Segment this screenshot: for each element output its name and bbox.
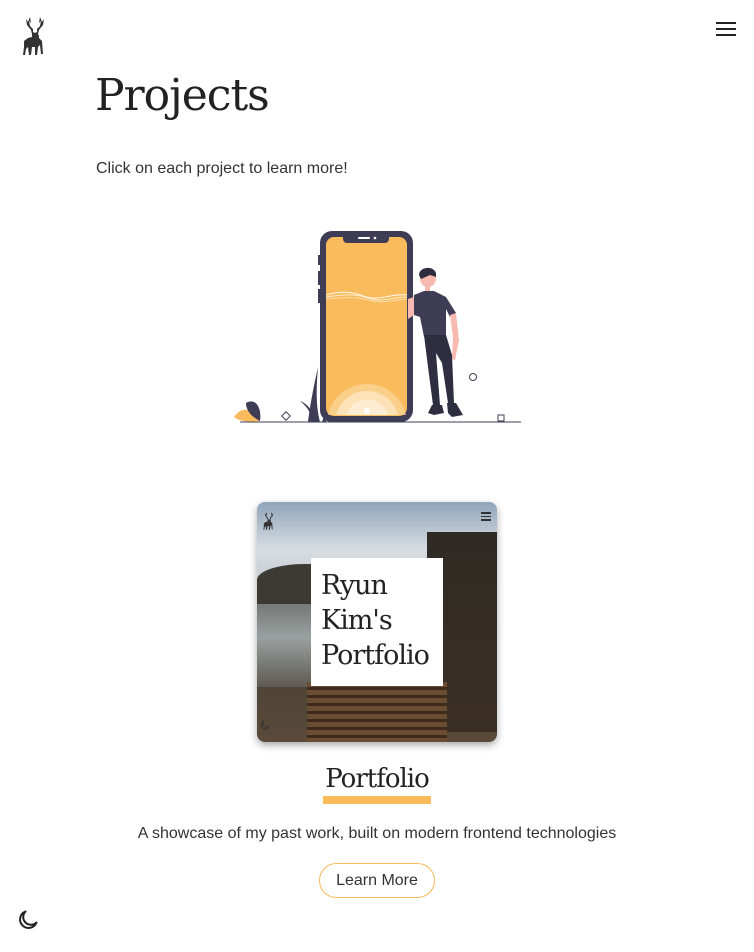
learn-more-button[interactable]: Learn More — [319, 863, 435, 898]
moon-icon — [260, 720, 270, 730]
project-description: A showcase of my past work, built on mod… — [137, 825, 617, 842]
thumbnail-dock — [307, 682, 447, 742]
moon-icon[interactable] — [16, 908, 40, 932]
person-leaning-on-phone-illustration — [234, 231, 521, 423]
thumbnail-title-line: Portfolio — [321, 640, 430, 671]
project-name: Portfolio — [323, 764, 431, 804]
menu-line — [716, 34, 736, 36]
menu-line — [716, 28, 736, 30]
deer-icon[interactable] — [20, 14, 50, 58]
page: Projects Click on each project to learn … — [0, 0, 754, 952]
hamburger-menu-icon[interactable] — [714, 18, 738, 38]
thumbnail-title-line: Ryun — [321, 570, 388, 601]
thumbnail-title-line: Kim's — [321, 605, 393, 636]
deer-icon — [263, 512, 274, 530]
menu-line — [716, 22, 736, 24]
thumbnail-title: Ryun Kim's Portfolio — [311, 558, 443, 686]
page-title: Projects — [95, 70, 270, 121]
project-thumbnail[interactable]: Ryun Kim's Portfolio — [257, 502, 497, 742]
hamburger-menu-icon — [481, 512, 493, 522]
intro-text: Click on each project to learn more! — [96, 160, 348, 177]
project-name-wrapper: Portfolio — [0, 764, 754, 804]
